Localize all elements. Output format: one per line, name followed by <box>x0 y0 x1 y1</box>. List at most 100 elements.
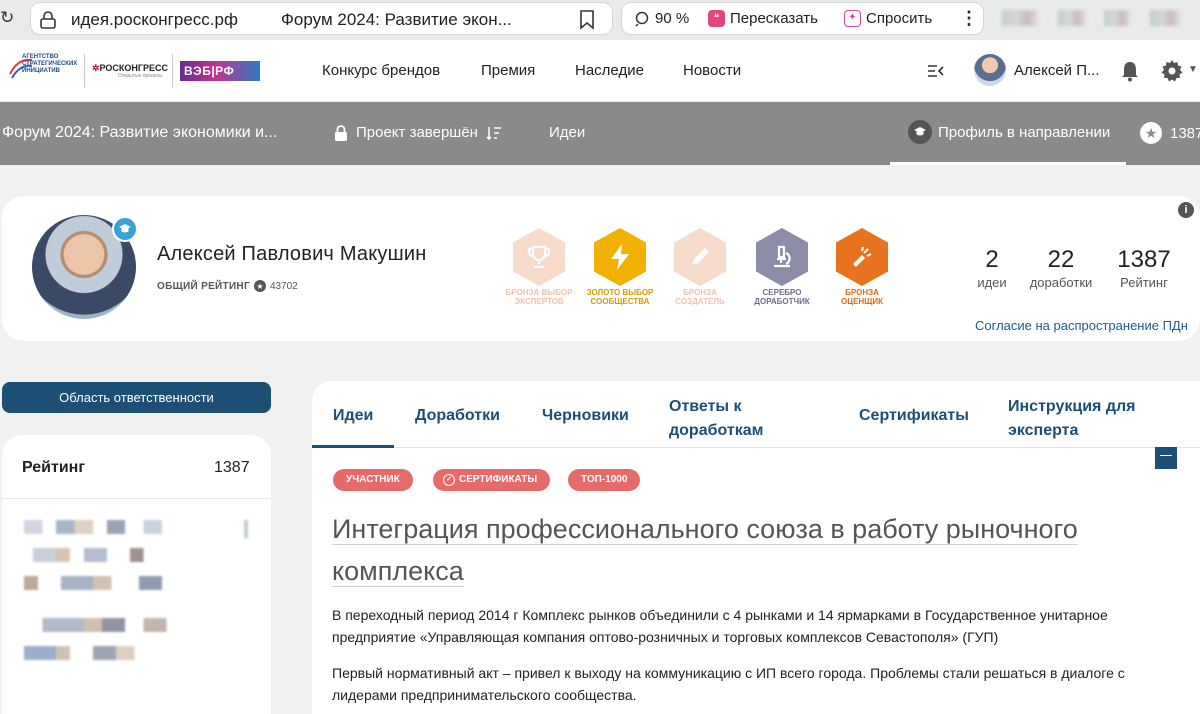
veb-logo[interactable]: ВЭБ|РФ <box>180 61 260 81</box>
stat-value: 2 <box>985 246 999 273</box>
stat-ideas: 2 идеи <box>974 246 1010 290</box>
tab-expert-instructions[interactable]: Инструкция для эксперта <box>1008 395 1158 443</box>
user-name-short[interactable]: Алексей П... <box>1014 62 1100 79</box>
browser-toolbar: ↻ идея.росконгресс.рф Форум 2024: Развит… <box>0 0 1200 40</box>
profile-card: Алексей Павлович Макушин ОБЩИЙ РЕЙТИНГ ★… <box>2 196 1200 341</box>
graduation-cap-icon <box>112 216 138 242</box>
microscope-icon <box>756 228 808 286</box>
blurred-extension[interactable] <box>1002 10 1038 26</box>
tab-ideas[interactable]: Идеи <box>333 407 373 425</box>
pencil-icon <box>674 228 726 286</box>
badge-silver-improver[interactable]: Серебро доработчик <box>747 228 817 306</box>
nav-news[interactable]: Новости <box>683 62 741 79</box>
retell-label: Пересказать <box>730 10 818 27</box>
trophy-icon <box>513 228 565 286</box>
idea-title-line: комплекса <box>332 556 464 587</box>
idea-paragraph: В переходный период 2014 г Комплекс рынк… <box>332 607 1108 645</box>
bookmark-flag-icon[interactable] <box>1155 447 1177 469</box>
logo-divider <box>172 54 173 88</box>
sort-icon[interactable] <box>486 126 502 140</box>
active-tab-indicator <box>312 445 394 448</box>
stat-label: идеи <box>977 275 1007 290</box>
tag-top-1000: ТОП-1000 <box>568 469 641 491</box>
overall-rating: ОБЩИЙ РЕЙТИНГ ★ 43702 <box>157 280 298 292</box>
tab-improvement-answers[interactable]: Ответы к доработкам <box>669 395 789 443</box>
project-bar: Форум 2024: Развитие экономики и... Прое… <box>0 102 1200 165</box>
rating-panel: Рейтинг 1387 <box>2 435 271 714</box>
idea-title[interactable]: Интеграция профессионального союза в раб… <box>332 508 1172 592</box>
ask-button[interactable]: ✦ Спросить <box>844 10 932 27</box>
star-icon: ★ <box>1140 122 1162 144</box>
divider <box>2 498 271 499</box>
tag-label: ТОП-1000 <box>581 474 628 485</box>
ideas-panel: Идеи Доработки Черновики Ответы к дорабо… <box>312 381 1200 714</box>
consent-link[interactable]: Согласие на распространение ПДн <box>975 318 1188 333</box>
site-info-icon[interactable] <box>39 10 61 30</box>
site-header: АГЕНТСТВО СТРАТЕГИЧЕСКИХ ИНИЦИАТИВ ✲РОСК… <box>0 40 1200 102</box>
tab-improvements[interactable]: Доработки <box>415 407 500 425</box>
asi-logo-text: АГЕНТСТВО СТРАТЕГИЧЕСКИХ ИНИЦИАТИВ <box>22 54 78 74</box>
scrollbar[interactable] <box>244 520 248 538</box>
rating-panel-title: Рейтинг <box>22 459 86 476</box>
badge-bronze-creator[interactable]: Бронза создатель <box>665 228 735 306</box>
badge-gold-community-choice[interactable]: Золото выбор сообщества <box>585 228 655 306</box>
retell-icon: ❝ <box>708 10 725 27</box>
stat-rating: 1387 Рейтинг <box>1114 246 1174 290</box>
tag-certificates[interactable]: ✓ СЕРТИФИКАТЫ <box>433 469 551 491</box>
responsibility-area-button[interactable]: Область ответственности <box>2 382 271 413</box>
blurred-extension[interactable] <box>1104 10 1130 26</box>
blurred-extension[interactable] <box>1058 10 1086 26</box>
roscongress-logo-subtitle: Открытые проекты <box>118 73 162 79</box>
bell-icon[interactable] <box>1120 60 1140 82</box>
pixelated-content <box>24 520 254 680</box>
subbar-rating-value: 1387 <box>1170 124 1200 142</box>
tab-drafts[interactable]: Черновики <box>542 407 629 425</box>
flashlight-icon <box>836 228 888 286</box>
overall-rating-value: 43702 <box>269 280 298 292</box>
info-icon[interactable]: i <box>1178 202 1194 218</box>
tab-certificates[interactable]: Сертификаты <box>859 407 969 425</box>
badge-label: Бронза выбор экспертов <box>505 288 573 306</box>
overall-rating-label: ОБЩИЙ РЕЙТИНГ <box>157 280 250 292</box>
lock-icon <box>335 124 347 141</box>
logo-divider <box>84 54 85 88</box>
subbar-rating[interactable]: ★ 1387 <box>1140 122 1200 144</box>
user-avatar[interactable] <box>974 54 1006 86</box>
badge-bronze-expert-choice[interactable]: Бронза выбор экспертов <box>504 228 574 306</box>
subbar-ideas-link[interactable]: Идеи <box>549 124 585 141</box>
active-tab-indicator <box>890 162 1126 165</box>
stat-value: 1387 <box>1117 246 1171 273</box>
nav-brand-contest[interactable]: Конкурс брендов <box>322 62 440 79</box>
bookmark-icon[interactable] <box>579 10 595 30</box>
project-status-label: Проект завершён <box>356 124 478 141</box>
blurred-extension[interactable] <box>1150 10 1180 26</box>
more-icon[interactable]: ⋮ <box>960 8 978 29</box>
profile-in-direction-tab[interactable]: Профиль в направлении <box>908 120 1110 144</box>
nav-legacy[interactable]: Наследие <box>575 62 644 79</box>
lightning-icon <box>594 228 646 286</box>
badge-bronze-evaluator[interactable]: Бронза оценщик <box>827 228 897 306</box>
stat-improvements: 22 доработки <box>1026 246 1096 290</box>
idea-paragraph: Первый нормативный акт – привел к выходу… <box>332 665 1125 703</box>
badge-label: Бронза оценщик <box>841 288 883 306</box>
menu-collapse-icon[interactable] <box>927 64 945 78</box>
project-status[interactable]: Проект завершён <box>334 124 502 141</box>
chevron-down-icon[interactable]: ▼ <box>1188 64 1198 75</box>
reload-icon[interactable]: ↻ <box>0 8 14 28</box>
gear-icon[interactable] <box>1160 59 1184 83</box>
certificate-icon: ✓ <box>443 474 455 486</box>
tabs-divider <box>312 447 1200 448</box>
rating-panel-value: 1387 <box>214 459 250 476</box>
star-icon: ★ <box>253 280 266 292</box>
address-bar[interactable]: идея.росконгресс.рф Форум 2024: Развитие… <box>30 2 613 35</box>
retell-button[interactable]: ❝ Пересказать <box>708 10 818 27</box>
url-domain[interactable]: идея.росконгресс.рф <box>71 10 238 30</box>
zoom-control[interactable]: 90 % <box>634 10 689 27</box>
search-icon <box>635 11 649 27</box>
forum-title[interactable]: Форум 2024: Развитие экономики и... <box>2 124 277 142</box>
nav-award[interactable]: Премия <box>481 62 535 79</box>
graduation-cap-icon <box>908 120 932 144</box>
zoom-level: 90 % <box>655 10 690 27</box>
stat-value: 22 <box>1047 246 1075 273</box>
badge-label: Бронза создатель <box>675 288 725 306</box>
